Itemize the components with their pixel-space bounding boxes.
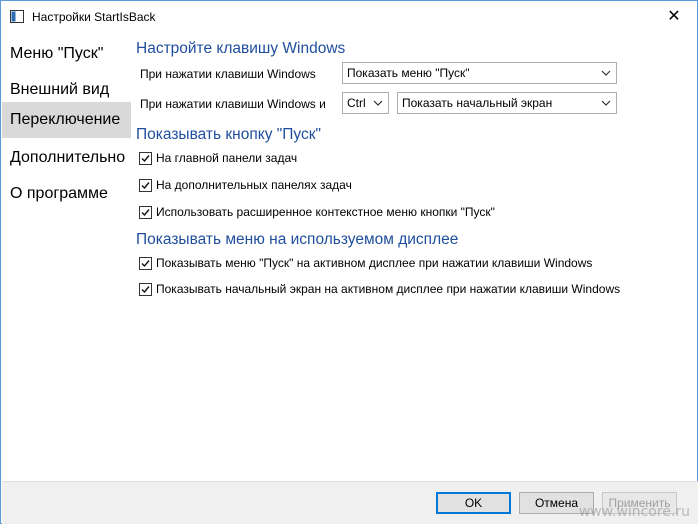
checkbox-extended-context-menu[interactable]: Использовать расширенное контекстное мен… <box>139 204 495 220</box>
modifier-key-value: Ctrl <box>347 96 366 110</box>
checkbox-label: На главной панели задач <box>156 151 298 165</box>
checkbox-checked[interactable] <box>139 282 152 296</box>
modifier-key-dropdown[interactable]: Ctrl <box>342 92 389 114</box>
windows-ctrl-action-value: Показать начальный экран <box>402 96 553 110</box>
ok-button[interactable]: OK <box>436 492 511 514</box>
checkbox-checked[interactable] <box>139 151 152 165</box>
settings-content: Настройте клавишу Windows При нажатии кл… <box>136 32 696 482</box>
chevron-down-icon <box>600 63 612 83</box>
sidebar-item-start-menu[interactable]: Меню "Пуск" <box>2 36 131 72</box>
checkbox-main-taskbar[interactable]: На главной панели задач <box>139 150 297 166</box>
dialog-footer: OK Отмена Применить www.wincore.ru <box>2 481 698 524</box>
checkbox-label: Показывать начальный экран на активном д… <box>156 282 621 296</box>
settings-window: Настройки StartIsBack ✕ Меню "Пуск" Внеш… <box>0 0 698 524</box>
section-title-active-display: Показывать меню на используемом дисплее <box>136 231 459 248</box>
chevron-down-icon <box>600 93 612 113</box>
title-bar[interactable]: Настройки StartIsBack ✕ <box>1 1 697 32</box>
section-title-start-button: Показывать кнопку "Пуск" <box>136 126 322 143</box>
windows-key-action-dropdown[interactable]: Показать меню "Пуск" <box>342 62 617 84</box>
checkbox-checked[interactable] <box>139 178 152 192</box>
watermark: www.wincore.ru <box>578 504 690 520</box>
checkbox-start-menu-active-display[interactable]: Показывать меню "Пуск" на активном диспл… <box>139 255 592 271</box>
windows-ctrl-key-label: При нажатии клавиши Windows и <box>140 97 326 111</box>
checkbox-label: На дополнительных панелях задач <box>156 178 352 192</box>
window-title: Настройки StartIsBack <box>32 10 156 24</box>
sidebar-item-about[interactable]: О программе <box>2 176 131 212</box>
checkbox-checked[interactable] <box>139 205 152 219</box>
windows-ctrl-action-dropdown[interactable]: Показать начальный экран <box>397 92 617 114</box>
sidebar-item-advanced[interactable]: Дополнительно <box>2 140 131 176</box>
checkbox-secondary-taskbars[interactable]: На дополнительных панелях задач <box>139 177 352 193</box>
windows-key-action-value: Показать меню "Пуск" <box>347 66 470 80</box>
windows-key-label: При нажатии клавиши Windows <box>140 67 316 81</box>
checkbox-label: Показывать меню "Пуск" на активном диспл… <box>156 256 593 270</box>
checkbox-start-screen-active-display[interactable]: Показывать начальный экран на активном д… <box>139 281 620 297</box>
checkbox-label: Использовать расширенное контекстное мен… <box>156 205 495 219</box>
app-icon <box>10 10 24 23</box>
chevron-down-icon <box>372 93 384 113</box>
section-title-windows-key: Настройте клавишу Windows <box>136 40 346 57</box>
close-icon: ✕ <box>667 8 681 25</box>
checkbox-checked[interactable] <box>139 256 152 270</box>
sidebar-nav: Меню "Пуск" Внешний вид Переключение Доп… <box>2 32 131 492</box>
sidebar-item-switching[interactable]: Переключение <box>2 102 131 138</box>
close-button[interactable]: ✕ <box>651 1 697 31</box>
